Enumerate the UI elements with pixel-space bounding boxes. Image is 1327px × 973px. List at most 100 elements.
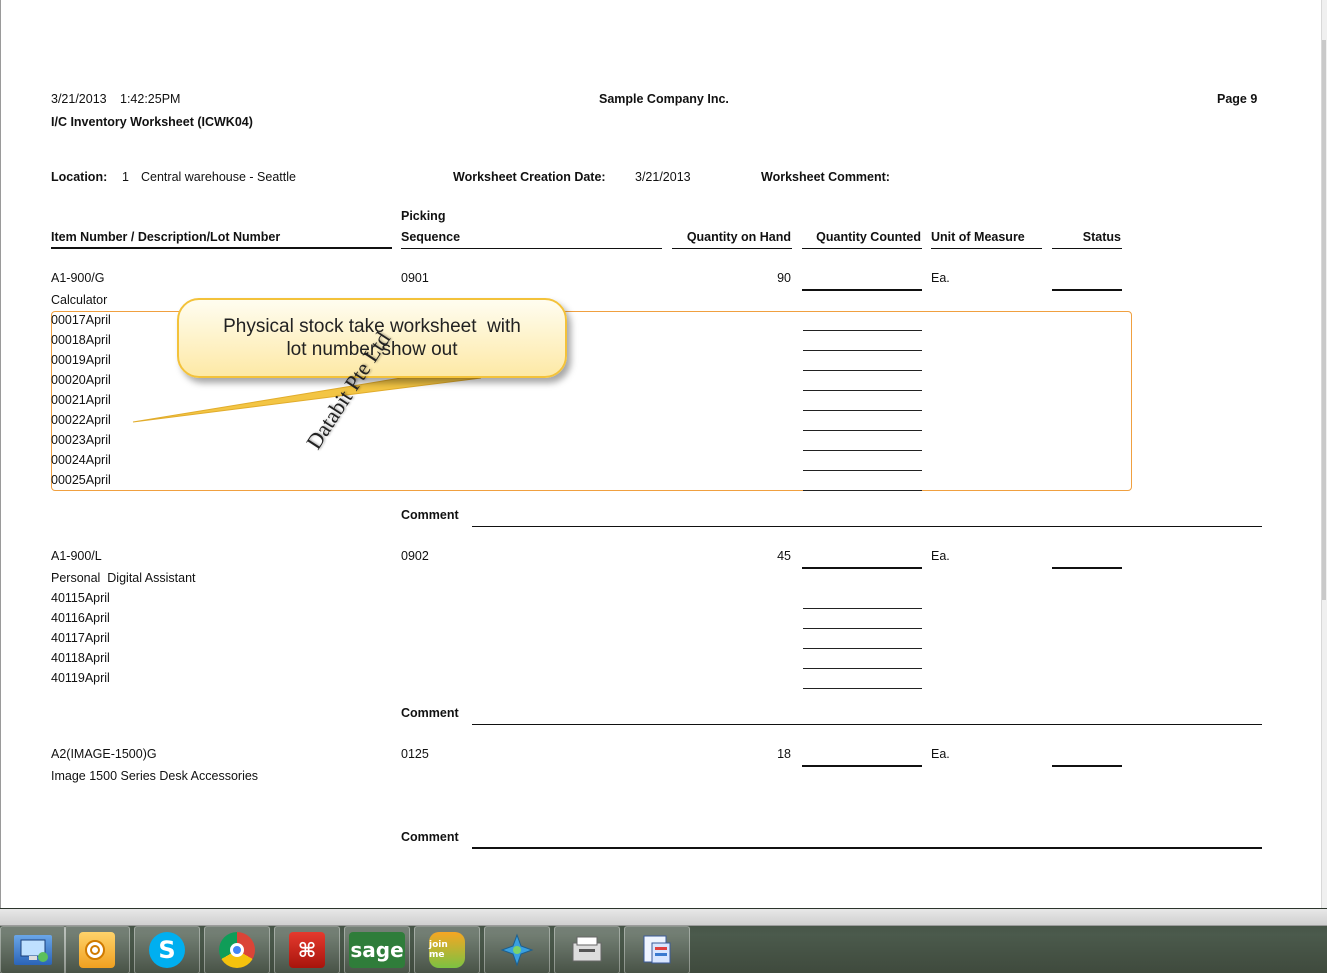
skype-icon: S bbox=[149, 932, 185, 968]
lot-number: 00021April bbox=[51, 393, 111, 407]
report-title: I/C Inventory Worksheet (ICWK04) bbox=[51, 115, 253, 129]
taskbar-star-app[interactable] bbox=[484, 926, 550, 973]
lot-qty-line[interactable] bbox=[803, 608, 922, 609]
lot-number: 00022April bbox=[51, 413, 111, 427]
report-time: 1:42:25PM bbox=[120, 92, 181, 106]
comment-label: Comment bbox=[401, 830, 459, 844]
qty-counted-line[interactable] bbox=[802, 765, 922, 767]
lot-qty-line[interactable] bbox=[803, 450, 922, 451]
creation-date-label: Worksheet Creation Date: bbox=[453, 170, 606, 184]
scrollbar-thumb[interactable] bbox=[1322, 40, 1326, 600]
item-description: Image 1500 Series Desk Accessories bbox=[51, 769, 259, 783]
comment-label: Comment bbox=[401, 706, 459, 720]
page-number: Page 9 bbox=[1217, 92, 1258, 106]
outlook-icon bbox=[79, 932, 115, 968]
comment-line[interactable] bbox=[472, 724, 1262, 725]
lot-qty-line[interactable] bbox=[803, 410, 922, 411]
vertical-scrollbar[interactable] bbox=[1321, 0, 1327, 908]
item-sequence: 0902 bbox=[401, 549, 429, 563]
taskbar-scanner[interactable] bbox=[554, 926, 620, 973]
lot-qty-line[interactable] bbox=[803, 470, 922, 471]
lot-number: 40119April bbox=[51, 671, 110, 685]
col-uom-header: Unit of Measure bbox=[931, 230, 1025, 244]
qty-counted-line[interactable] bbox=[802, 567, 922, 569]
header-underline bbox=[401, 248, 662, 249]
lot-number: 40116April bbox=[51, 611, 110, 625]
location-name: Central warehouse - Seattle bbox=[141, 170, 296, 184]
col-item-header: Item Number / Description/Lot Number bbox=[51, 230, 281, 244]
lot-number: 00017April bbox=[51, 313, 111, 327]
item-sequence: 0901 bbox=[401, 271, 429, 285]
item-qty-on-hand: 45 bbox=[777, 549, 791, 563]
creation-date: 3/21/2013 bbox=[635, 170, 691, 184]
item-description: Personal Digital Assistant bbox=[51, 571, 196, 585]
taskbar-acrobat[interactable]: ⌘ bbox=[274, 926, 340, 973]
remote-desktop-icon bbox=[14, 935, 52, 965]
lot-qty-line[interactable] bbox=[803, 430, 922, 431]
header-underline bbox=[1052, 248, 1122, 249]
taskbar-document-viewer[interactable] bbox=[624, 926, 690, 973]
header-underline bbox=[672, 248, 792, 249]
status-line[interactable] bbox=[1052, 567, 1122, 569]
item-sequence: 0125 bbox=[401, 747, 429, 761]
lot-qty-line[interactable] bbox=[803, 668, 922, 669]
taskbar-outlook[interactable] bbox=[64, 926, 130, 973]
lot-qty-line[interactable] bbox=[803, 350, 922, 351]
taskbar-skype[interactable]: S bbox=[134, 926, 200, 973]
status-line[interactable] bbox=[1052, 765, 1122, 767]
lot-qty-line[interactable] bbox=[803, 490, 922, 491]
col-qty-counted-header: Quantity Counted bbox=[816, 230, 921, 244]
col-qty-on-hand-header: Quantity on Hand bbox=[686, 230, 791, 244]
col-picking-header-top: Picking bbox=[401, 209, 446, 223]
lot-number: 00024April bbox=[51, 453, 111, 467]
report-viewer: 3/21/2013 1:42:25PM Sample Company Inc. … bbox=[0, 0, 1327, 908]
acrobat-icon: ⌘ bbox=[289, 932, 325, 968]
lot-number: 00019April bbox=[51, 353, 111, 367]
lot-number: 40117April bbox=[51, 631, 110, 645]
comment-line[interactable] bbox=[472, 526, 1262, 527]
document-viewer-icon bbox=[639, 932, 675, 968]
item-qty-on-hand: 18 bbox=[777, 747, 791, 761]
comment-label: Comment bbox=[401, 508, 459, 522]
star-app-icon bbox=[499, 932, 535, 968]
lot-number: 40118April bbox=[51, 651, 110, 665]
lot-qty-line[interactable] bbox=[803, 628, 922, 629]
company-name: Sample Company Inc. bbox=[599, 92, 729, 106]
header-underline bbox=[51, 247, 392, 249]
col-status-header: Status bbox=[1082, 230, 1121, 244]
lot-qty-line[interactable] bbox=[803, 688, 922, 689]
item-uom: Ea. bbox=[931, 747, 950, 761]
horizontal-scrollbar[interactable] bbox=[0, 909, 1327, 926]
lot-qty-line[interactable] bbox=[803, 330, 922, 331]
lot-number: 40115April bbox=[51, 591, 110, 605]
windows-taskbar: S ⌘ sage join me bbox=[0, 908, 1327, 973]
lot-qty-line[interactable] bbox=[803, 370, 922, 371]
item-description: Calculator bbox=[51, 293, 108, 307]
taskbar-remote-desktop[interactable] bbox=[0, 926, 66, 973]
chrome-icon bbox=[219, 932, 255, 968]
header-underline bbox=[931, 248, 1042, 249]
lot-number: 00018April bbox=[51, 333, 111, 347]
qty-counted-line[interactable] bbox=[802, 289, 922, 291]
location-label: Location: bbox=[51, 170, 108, 184]
col-picking-header-bottom: Sequence bbox=[401, 230, 461, 244]
item-uom: Ea. bbox=[931, 549, 950, 563]
sage-icon: sage bbox=[349, 932, 405, 968]
joinme-icon: join me bbox=[429, 932, 465, 968]
lot-qty-line[interactable] bbox=[803, 648, 922, 649]
taskbar-sage[interactable]: sage bbox=[344, 926, 410, 973]
report-date: 3/21/2013 bbox=[51, 92, 107, 106]
taskbar-joinme[interactable]: join me bbox=[414, 926, 480, 973]
comment-line[interactable] bbox=[472, 847, 1262, 849]
lot-number: 00020April bbox=[51, 373, 111, 387]
item-number: A1-900/L bbox=[51, 549, 102, 563]
status-line[interactable] bbox=[1052, 289, 1122, 291]
lot-number: 00023April bbox=[51, 433, 111, 447]
lot-qty-line[interactable] bbox=[803, 390, 922, 391]
item-number: A2(IMAGE-1500)G bbox=[51, 747, 157, 761]
header-underline bbox=[802, 248, 922, 249]
item-number: A1-900/G bbox=[51, 271, 105, 285]
location-code: 1 bbox=[122, 170, 129, 184]
taskbar-chrome[interactable] bbox=[204, 926, 270, 973]
lot-number: 00025April bbox=[51, 473, 111, 487]
